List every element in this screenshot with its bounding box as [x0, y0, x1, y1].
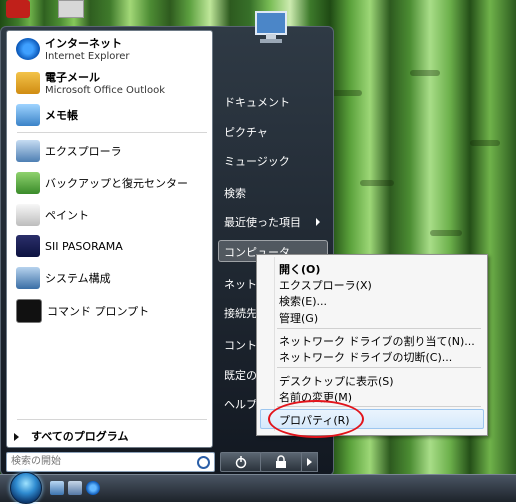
chevron-right-icon [307, 458, 312, 466]
menu-item-map-drive[interactable]: ネットワーク ドライブの割り当て(N)... [279, 333, 475, 349]
switch-windows-icon[interactable] [68, 481, 82, 495]
pinned-subtitle: Microsoft Office Outlook [45, 85, 165, 96]
power-button[interactable] [220, 452, 262, 472]
recent-label: SII PASORAMA [45, 239, 123, 253]
right-item-recent-items[interactable]: 最近使った項目 [224, 214, 301, 230]
power-icon [235, 456, 247, 469]
show-desktop-icon[interactable] [50, 481, 64, 495]
shutdown-options-button[interactable] [301, 452, 318, 472]
right-item-help[interactable]: ヘルプ [224, 396, 257, 412]
menu-item-disconnect-drive[interactable]: ネットワーク ドライブの切断(C)... [279, 349, 452, 365]
recent-label: エクスプローラ [45, 145, 122, 158]
recent-item-pasorama[interactable]: SII PASORAMA [16, 235, 123, 257]
menu-gutter [274, 257, 275, 431]
recent-item-msconfig[interactable]: システム構成 [16, 267, 111, 289]
pinned-title: メモ帳 [45, 109, 78, 122]
internet-explorer-icon [16, 37, 40, 60]
computer-icon [250, 8, 294, 48]
chevron-right-icon [14, 433, 19, 441]
explorer-icon [16, 140, 40, 162]
menu-item-manage[interactable]: 管理(G) [279, 310, 318, 326]
pinned-title: インターネット [45, 37, 122, 50]
submenu-arrow-icon [316, 218, 320, 226]
bamboo-knot [470, 140, 500, 146]
menu-item-show-on-desktop[interactable]: デスクトップに表示(S) [279, 373, 394, 389]
search-input[interactable] [7, 453, 191, 469]
right-item-music[interactable]: ミュージック [224, 153, 290, 169]
command-prompt-icon [16, 299, 42, 323]
bamboo-knot [430, 230, 462, 236]
system-config-icon [16, 267, 40, 289]
right-item-search[interactable]: 検索 [224, 185, 246, 201]
pinned-item-notepad[interactable]: メモ帳 [16, 104, 78, 126]
pinned-item-email[interactable]: 電子メール Microsoft Office Outlook [16, 69, 165, 96]
recent-label: ペイント [45, 209, 89, 222]
annotation-ellipse [268, 400, 364, 438]
lock-button[interactable] [260, 452, 302, 472]
internet-explorer-icon[interactable] [86, 481, 100, 495]
right-item-pictures[interactable]: ピクチャ [224, 124, 268, 140]
pdf-desktop-icon[interactable] [6, 0, 30, 18]
menu-separator [277, 328, 481, 329]
recent-item-backup[interactable]: バックアップと復元センター [16, 172, 188, 194]
pinned-separator [17, 132, 207, 133]
menu-separator [277, 367, 481, 368]
right-item-connect[interactable]: 接続先 [224, 305, 257, 321]
pdf-desktop-icon[interactable] [58, 0, 84, 18]
start-button[interactable] [10, 472, 42, 504]
pinned-subtitle: Internet Explorer [45, 51, 130, 62]
recent-item-paint[interactable]: ペイント [16, 204, 89, 226]
all-programs-button[interactable]: すべてのプログラム [14, 428, 128, 444]
all-programs-separator [17, 419, 207, 420]
menu-item-search[interactable]: 検索(E)... [279, 293, 327, 309]
search-icon[interactable] [197, 456, 210, 469]
pinned-item-internet[interactable]: インターネット Internet Explorer [16, 35, 130, 62]
start-search-box[interactable] [6, 452, 215, 472]
recent-label: コマンド プロンプト [47, 305, 150, 318]
right-item-control-panel[interactable]: コント [224, 337, 257, 353]
recent-label: システム構成 [45, 272, 111, 285]
outlook-icon [16, 71, 40, 94]
menu-item-explore[interactable]: エクスプローラ(X) [279, 277, 372, 293]
start-menu-left-pane: インターネット Internet Explorer 電子メール Microsof… [6, 30, 213, 448]
right-item-default-programs[interactable]: 既定の [224, 367, 257, 383]
backup-icon [16, 172, 40, 194]
bamboo-knot [410, 70, 440, 76]
pasorama-icon [16, 235, 40, 257]
pinned-title: 電子メール [45, 71, 100, 84]
notepad-icon [16, 104, 40, 126]
bamboo-knot [330, 90, 362, 96]
recent-label: バックアップと復元センター [45, 177, 188, 190]
lock-icon [276, 455, 286, 468]
recent-item-explorer[interactable]: エクスプローラ [16, 140, 122, 162]
right-item-network[interactable]: ネット [224, 276, 257, 292]
all-programs-label: すべてのプログラム [31, 430, 129, 443]
bamboo-knot [360, 180, 394, 186]
recent-item-cmd[interactable]: コマンド プロンプト [16, 299, 149, 323]
menu-item-open[interactable]: 開く(O) [279, 261, 320, 277]
right-item-documents[interactable]: ドキュメント [224, 94, 290, 110]
paint-icon [16, 204, 40, 226]
